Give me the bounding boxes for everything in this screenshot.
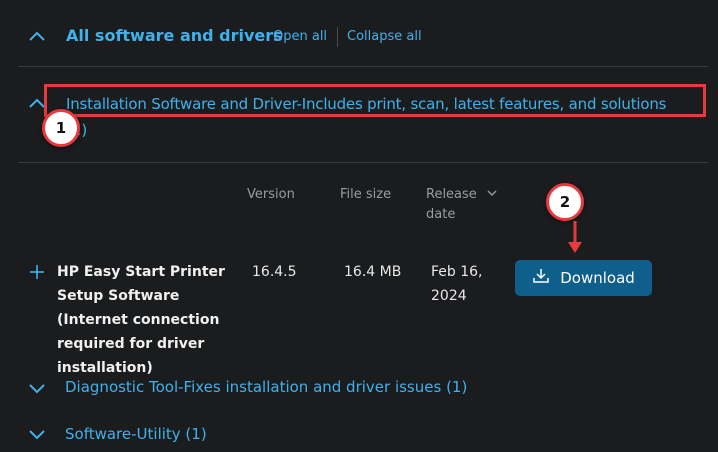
download-button[interactable]: Download <box>515 260 652 296</box>
divider-middle <box>18 162 708 163</box>
release-date-month-day: Feb 16, <box>431 264 483 280</box>
step-badge-1: 1 <box>42 109 80 147</box>
software-version: 16.4.5 <box>252 264 297 280</box>
release-date-line1: Release <box>426 187 477 202</box>
section-diagnostic-tool[interactable]: Diagnostic Tool-Fixes installation and d… <box>65 378 467 396</box>
release-date-line2: date <box>426 207 456 222</box>
download-icon <box>532 268 550 288</box>
plus-icon[interactable] <box>29 264 45 280</box>
chevron-down-icon[interactable] <box>28 428 50 444</box>
link-divider <box>337 27 338 47</box>
chevron-up-icon[interactable] <box>28 30 50 46</box>
column-header-file-size: File size <box>340 187 392 202</box>
software-file-size: 16.4 MB <box>344 264 402 280</box>
download-label: Download <box>560 269 635 287</box>
section-software-utility[interactable]: Software-Utility (1) <box>65 425 207 443</box>
software-release-date: Feb 16, 2024 <box>431 260 483 308</box>
all-software-title[interactable]: All software and drivers <box>66 26 283 45</box>
highlight-box <box>44 84 706 117</box>
collapse-all-link[interactable]: Collapse all <box>347 29 422 44</box>
column-header-version: Version <box>247 187 295 202</box>
software-name[interactable]: HP Easy Start Printer Setup Software (In… <box>57 260 247 380</box>
open-all-link[interactable]: Open all <box>273 29 327 44</box>
chevron-down-icon[interactable] <box>28 382 50 398</box>
divider-top <box>18 66 708 67</box>
column-header-release-date[interactable]: Release date <box>426 185 477 225</box>
step-badge-2: 2 <box>546 183 584 221</box>
release-date-year: 2024 <box>431 288 467 304</box>
sort-chevron-icon[interactable] <box>487 190 499 198</box>
